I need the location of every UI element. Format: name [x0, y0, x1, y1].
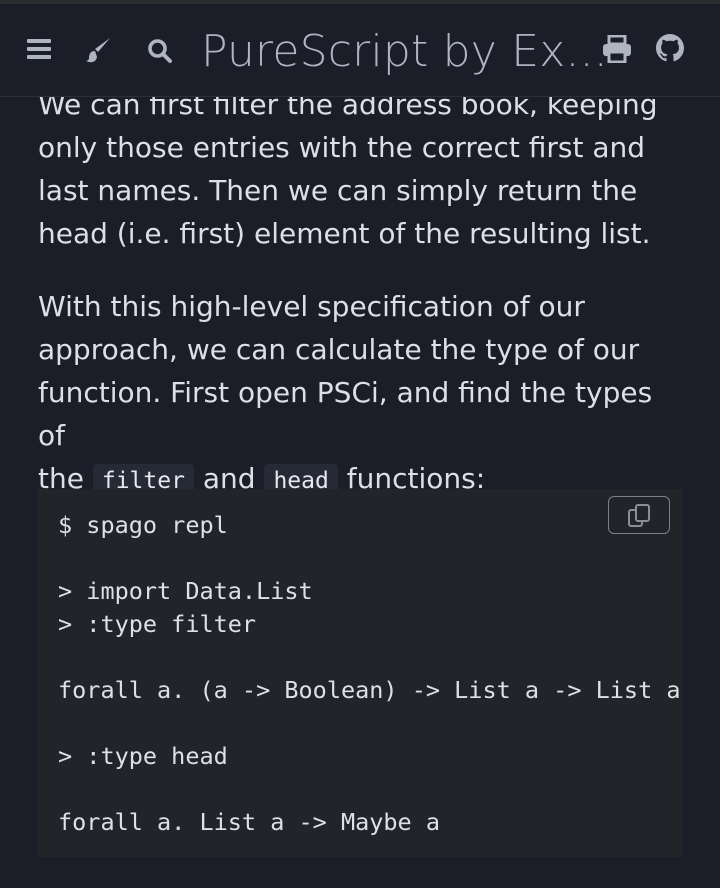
copy-button[interactable] [608, 496, 670, 534]
copy-icon [627, 504, 653, 532]
search-icon[interactable] [147, 38, 173, 68]
menu-bar: PureScript by Ex... [0, 4, 720, 97]
menu-icon[interactable] [27, 38, 51, 64]
paragraph-filter-address-book: We can first filter the address book, ke… [38, 83, 688, 255]
text-line: last names. Then we can simply return th… [38, 174, 638, 207]
code-block: $ spago repl > import Data.List > :type … [38, 489, 682, 857]
github-icon[interactable] [656, 34, 684, 66]
text-line: With this high-level specification of ou… [38, 290, 585, 323]
text-line: only those entries with the correct firs… [38, 131, 646, 164]
text-line: approach, we can calculate the type of o… [38, 333, 640, 366]
print-icon[interactable] [602, 34, 632, 67]
code-block-text: $ spago repl > import Data.List > :type … [58, 511, 681, 836]
text-line: function. First open PSCi, and find the … [38, 376, 653, 452]
paragraph-type-specification: With this high-level specification of ou… [38, 285, 688, 503]
text-line: head (i.e. first) element of the resulti… [38, 217, 651, 250]
paintbrush-icon[interactable] [86, 36, 112, 68]
book-title[interactable]: PureScript by Ex... [201, 26, 608, 77]
